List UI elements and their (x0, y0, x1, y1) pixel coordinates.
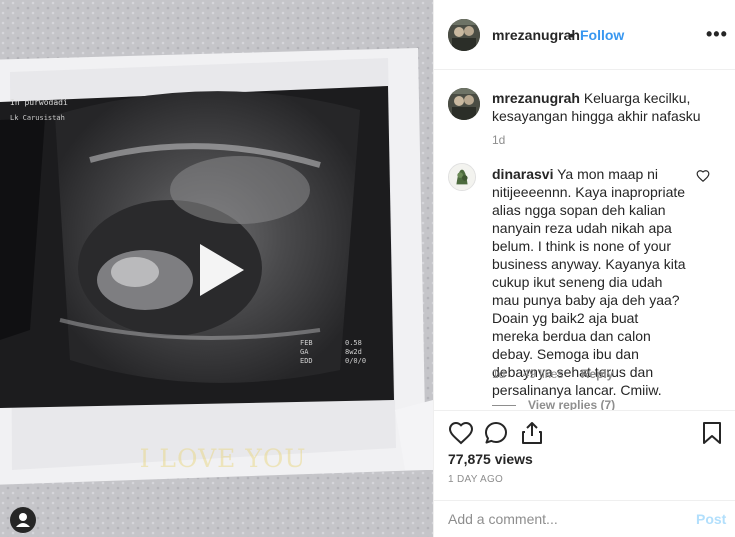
post-timestamp[interactable]: 1 DAY AGO (448, 474, 503, 485)
tagged-users-button[interactable] (10, 507, 36, 533)
play-button[interactable] (186, 238, 250, 302)
scan-label-top: In purwodadi (10, 98, 68, 107)
heart-outline-icon (696, 170, 710, 183)
caption-username[interactable]: mrezanugrah (492, 90, 580, 106)
follow-button[interactable]: Follow (580, 27, 624, 43)
scan-label-sub: Lk Carusistah (10, 114, 65, 122)
share-button[interactable] (519, 420, 545, 446)
view-replies-button[interactable]: View replies (7) (528, 398, 615, 410)
more-horizontal-icon: ••• (706, 24, 728, 44)
comment-meta: 1d 49 likes Reply (492, 367, 627, 381)
caption-timestamp[interactable]: 1d (492, 133, 505, 147)
scan-label-edd: EDD (300, 357, 313, 365)
comment-button[interactable] (483, 420, 509, 446)
scan-label-ga: GA (300, 348, 309, 356)
comment-bubble-icon (485, 422, 507, 444)
post-panel: mrezanugrah • Follow ••• mrezanugrah Kel… (433, 0, 735, 537)
author-avatar[interactable] (448, 19, 480, 51)
header-separator: • (569, 27, 574, 43)
comment-timestamp[interactable]: 1d (492, 367, 505, 381)
more-options-button[interactable]: ••• (706, 24, 728, 45)
author-username[interactable]: mrezanugrah (492, 27, 580, 43)
bookmark-icon (703, 422, 721, 444)
avatar-image (448, 88, 480, 120)
comment-text: Ya mon maap ni nitijeeeennn. Kaya inapro… (492, 166, 686, 398)
view-count[interactable]: 77,875 views (448, 451, 533, 467)
share-icon (522, 422, 542, 444)
comment-input[interactable] (448, 509, 678, 529)
caption: mrezanugrah Keluarga kecilku, kesayangan… (492, 89, 720, 125)
svg-text:0/0/0: 0/0/0 (345, 357, 366, 365)
comment-likes-count[interactable]: 49 likes (523, 367, 564, 381)
comments-list[interactable]: mrezanugrah Keluarga kecilku, kesayangan… (434, 70, 735, 410)
svg-text:0.58: 0.58 (345, 339, 362, 347)
commenter-avatar[interactable] (448, 163, 476, 191)
comment-username[interactable]: dinarasvi (492, 166, 553, 182)
post-actions: 77,875 views 1 DAY AGO (434, 410, 735, 500)
caption-avatar[interactable] (448, 88, 480, 120)
user-icon (16, 513, 30, 527)
comment-reply-button[interactable]: Reply (581, 367, 614, 381)
like-button[interactable] (448, 420, 474, 446)
avatar-image (448, 19, 480, 51)
post-comment-button[interactable]: Post (696, 511, 726, 527)
comment-like-button[interactable] (696, 169, 710, 183)
post-header: mrezanugrah • Follow ••• (434, 0, 735, 70)
play-icon (200, 244, 244, 296)
video-watermark: I LOVE YOU (139, 444, 307, 473)
add-comment-bar: Post (434, 500, 735, 537)
post-media[interactable]: In purwodadi Lk Carusistah FEB GA EDD 0.… (0, 0, 433, 537)
save-button[interactable] (699, 420, 725, 446)
comment: dinarasvi Ya mon maap ni nitijeeeennn. K… (492, 165, 688, 399)
avatar-image (449, 164, 475, 190)
view-replies-line (492, 405, 516, 406)
heart-outline-icon (448, 421, 474, 445)
svg-text:8w2d: 8w2d (345, 348, 362, 356)
scan-label-feb: FEB (300, 339, 313, 347)
